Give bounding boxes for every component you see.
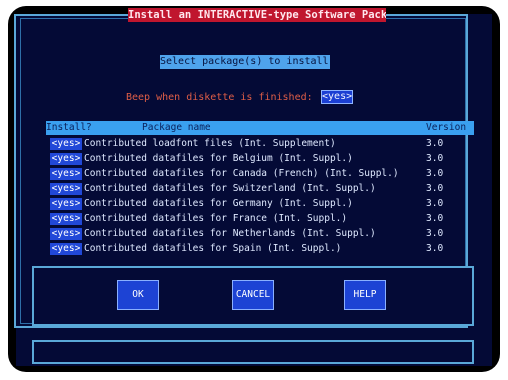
install-toggle[interactable]: <yes> (50, 228, 82, 240)
ok-button[interactable]: OK (117, 280, 159, 310)
install-toggle[interactable]: <yes> (50, 183, 82, 195)
package-row[interactable]: <yes> Contributed datafiles for Netherla… (46, 227, 474, 241)
package-name: Contributed datafiles for Netherlands (I… (84, 228, 376, 239)
package-name: Contributed datafiles for Canada (French… (84, 168, 399, 179)
package-name: Contributed datafiles for Germany (Int. … (84, 198, 353, 209)
package-row[interactable]: <yes> Contributed datafiles for Canada (… (46, 167, 474, 181)
list-header: Install? Package name Version (46, 121, 474, 135)
package-name: Contributed loadfont files (Int. Supplem… (84, 138, 336, 149)
column-header-version: Version (426, 122, 467, 133)
beep-value: yes (328, 91, 347, 102)
package-list: Install? Package name Version <yes> Cont… (46, 121, 474, 264)
beep-field[interactable]: <yes> (321, 90, 353, 104)
package-row[interactable]: <yes> Contributed datafiles for Switzerl… (46, 182, 474, 196)
dialog-title: Install an INTERACTIVE-type Software Pac… (128, 8, 386, 22)
package-row[interactable]: <yes> Contributed datafiles for Spain (I… (46, 242, 474, 256)
help-button[interactable]: HELP (344, 280, 386, 310)
package-row[interactable]: <yes> Contributed datafiles for Germany … (46, 197, 474, 211)
select-prompt: Select package(s) to install: (160, 55, 330, 69)
install-toggle[interactable]: <yes> (50, 213, 82, 225)
package-version: 3.0 (426, 138, 444, 149)
package-version: 3.0 (426, 168, 444, 179)
column-header-package-name: Package name (142, 122, 211, 133)
install-toggle[interactable]: <yes> (50, 168, 82, 180)
package-version: 3.0 (426, 213, 444, 224)
package-version: 3.0 (426, 183, 444, 194)
install-toggle[interactable]: <yes> (50, 138, 82, 150)
package-name: Contributed datafiles for Switzerland (I… (84, 183, 376, 194)
install-toggle[interactable]: <yes> (50, 243, 82, 255)
package-name: Contributed datafiles for Belgium (Int. … (84, 153, 353, 164)
package-row[interactable]: <yes> Contributed datafiles for Belgium … (46, 152, 474, 166)
beep-label: Beep when diskette is finished: (126, 92, 313, 103)
package-version: 3.0 (426, 153, 444, 164)
package-name: Contributed datafiles for Spain (Int. Su… (84, 243, 342, 254)
status-bar (32, 340, 474, 364)
column-header-install: Install? (46, 122, 92, 133)
install-toggle[interactable]: <yes> (50, 198, 82, 210)
cancel-button[interactable]: CANCEL (232, 280, 274, 310)
package-row[interactable]: <yes> Contributed datafiles for France (… (46, 212, 474, 226)
package-name: Contributed datafiles for France (Int. S… (84, 213, 348, 224)
package-version: 3.0 (426, 228, 444, 239)
package-row[interactable]: <yes> Contributed loadfont files (Int. S… (46, 137, 474, 151)
package-version: 3.0 (426, 198, 444, 209)
install-toggle[interactable]: <yes> (50, 153, 82, 165)
package-version: 3.0 (426, 243, 444, 254)
